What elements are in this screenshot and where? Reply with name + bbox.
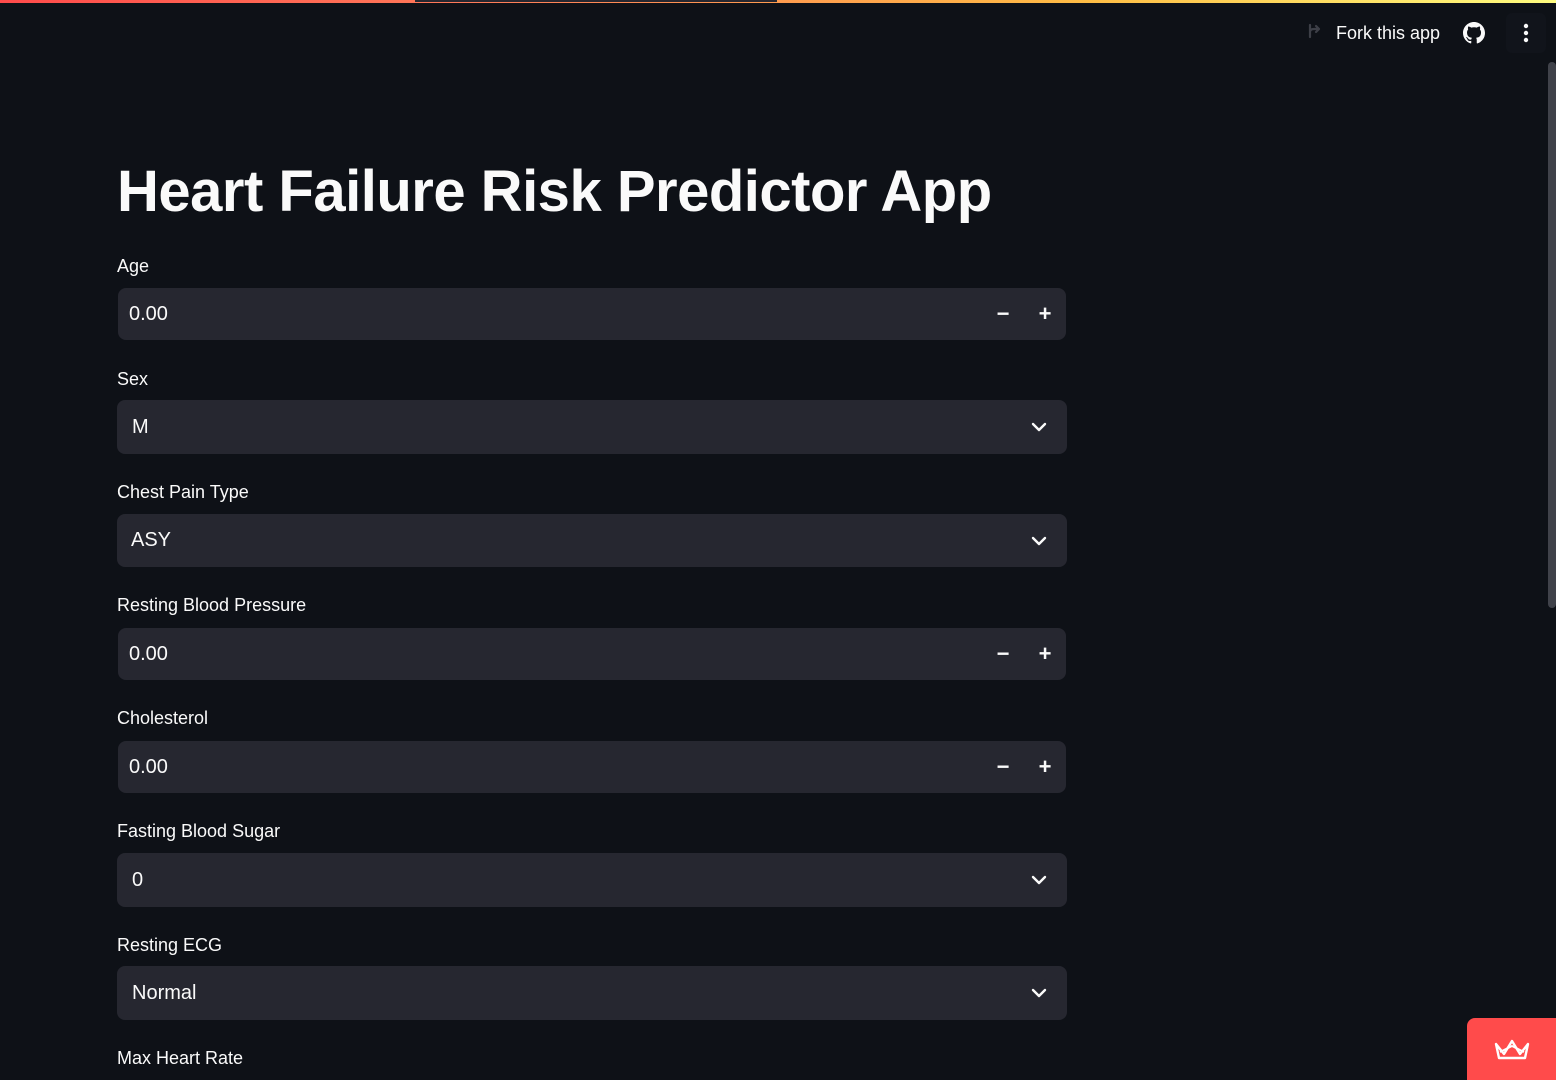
- toolbar: Fork this app: [1306, 13, 1546, 53]
- crown-icon: [1494, 1039, 1529, 1060]
- age-increment-button[interactable]: +: [1024, 288, 1066, 340]
- page-title: Heart Failure Risk Predictor App: [117, 159, 992, 224]
- kebab-menu-icon: [1523, 23, 1529, 43]
- sex-label: Sex: [117, 369, 149, 389]
- resting-bp-input[interactable]: 0.00 − +: [118, 628, 1066, 680]
- age-value[interactable]: 0.00: [118, 303, 982, 326]
- chest-pain-type-select[interactable]: ASY: [117, 514, 1067, 567]
- fasting-bs-label: Fasting Blood Sugar: [117, 821, 281, 841]
- chevron-down-icon: [1011, 853, 1067, 907]
- chevron-down-icon: [1011, 966, 1067, 1020]
- github-button[interactable]: [1462, 21, 1486, 45]
- cholesterol-label: Cholesterol: [117, 708, 209, 728]
- cholesterol-increment-button[interactable]: +: [1024, 741, 1066, 793]
- fork-icon: [1306, 23, 1324, 43]
- top-decoration-bar: [0, 0, 1556, 3]
- age-decrement-button[interactable]: −: [982, 288, 1024, 340]
- chevron-down-icon: [1011, 514, 1067, 568]
- resting-ecg-label: Resting ECG: [117, 935, 223, 955]
- main-menu-button[interactable]: [1506, 13, 1546, 53]
- sex-selected-value: M: [132, 415, 149, 438]
- scrollbar-thumb[interactable]: [1548, 62, 1556, 608]
- resting-bp-increment-button[interactable]: +: [1024, 628, 1066, 680]
- scrollbar[interactable]: [1548, 62, 1556, 1080]
- max-hr-label: Max Heart Rate: [117, 1048, 244, 1068]
- age-label: Age: [117, 256, 150, 276]
- chest-pain-type-label: Chest Pain Type: [117, 482, 249, 502]
- loading-indicator: [415, 0, 777, 2]
- streamlit-badge-button[interactable]: [1467, 1018, 1556, 1080]
- cholesterol-value[interactable]: 0.00: [118, 756, 982, 779]
- sex-select[interactable]: M: [117, 400, 1067, 454]
- age-input[interactable]: 0.00 − +: [118, 288, 1066, 340]
- resting-bp-value[interactable]: 0.00: [118, 643, 982, 666]
- chest-pain-type-selected-value: ASY: [131, 529, 172, 551]
- fasting-bs-select[interactable]: 0: [117, 853, 1067, 907]
- fork-app-label: Fork this app: [1335, 22, 1440, 43]
- resting-ecg-selected-value: Normal: [132, 981, 197, 1004]
- resting-bp-decrement-button[interactable]: −: [982, 628, 1024, 680]
- chevron-down-icon: [1011, 400, 1067, 454]
- resting-bp-label: Resting Blood Pressure: [117, 595, 307, 615]
- fork-app-button[interactable]: Fork this app: [1306, 23, 1440, 44]
- cholesterol-input[interactable]: 0.00 − +: [118, 741, 1066, 793]
- cholesterol-decrement-button[interactable]: −: [982, 741, 1024, 793]
- fasting-bs-selected-value: 0: [132, 868, 144, 891]
- resting-ecg-select[interactable]: Normal: [117, 966, 1067, 1020]
- app-root: Fork this app Heart Failure Risk Predict…: [0, 0, 1556, 1080]
- github-icon: [1463, 22, 1485, 44]
